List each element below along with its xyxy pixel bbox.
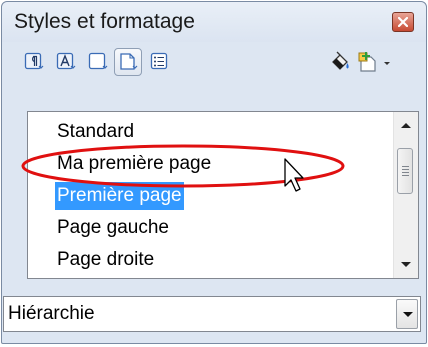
character-styles-button[interactable] bbox=[52, 48, 80, 76]
styles-formatting-window: Styles et formatage Standard Ma première… bbox=[1, 1, 427, 344]
list-styles-button[interactable] bbox=[146, 48, 174, 76]
filter-dropdown-button[interactable] bbox=[396, 299, 418, 329]
scroll-down-button[interactable] bbox=[394, 254, 418, 276]
list-styles-icon bbox=[150, 52, 168, 70]
page-styles-button[interactable] bbox=[114, 48, 142, 76]
paragraph-styles-button[interactable] bbox=[20, 48, 48, 76]
list-item-premiere-page[interactable]: Première page bbox=[55, 182, 184, 210]
vertical-scrollbar[interactable] bbox=[393, 112, 418, 278]
list-item-ma-premiere-page[interactable]: Ma première page bbox=[57, 150, 211, 178]
close-button[interactable] bbox=[392, 12, 414, 32]
list-item-page-droite[interactable]: Page droite bbox=[57, 246, 154, 274]
list-item-standard[interactable]: Standard bbox=[57, 118, 134, 146]
title-bar[interactable]: Styles et formatage bbox=[2, 2, 426, 42]
page-styles-icon bbox=[120, 53, 138, 70]
chevron-down-icon bbox=[403, 312, 413, 317]
window-title: Styles et formatage bbox=[14, 10, 195, 33]
style-category-toolbar bbox=[8, 44, 420, 84]
filter-dropdown-value: Hiérarchie bbox=[8, 303, 95, 324]
fill-format-mode-icon bbox=[332, 51, 349, 70]
scroll-thumb[interactable] bbox=[397, 148, 413, 194]
new-style-from-selection-button[interactable] bbox=[358, 48, 398, 76]
styles-list[interactable]: Standard Ma première page Première page … bbox=[27, 111, 419, 279]
fill-format-mode-button[interactable] bbox=[326, 48, 354, 76]
frame-styles-button[interactable] bbox=[84, 48, 112, 76]
scroll-up-button[interactable] bbox=[394, 114, 418, 136]
paragraph-styles-icon bbox=[24, 52, 44, 70]
close-icon bbox=[398, 17, 408, 27]
scroll-up-arrow-icon bbox=[401, 123, 411, 128]
scroll-down-arrow-icon bbox=[401, 262, 411, 267]
character-styles-icon bbox=[56, 52, 76, 70]
filter-dropdown[interactable]: Hiérarchie bbox=[3, 296, 421, 332]
list-item-page-gauche[interactable]: Page gauche bbox=[57, 214, 169, 242]
new-style-from-selection-icon bbox=[358, 52, 390, 72]
frame-styles-icon bbox=[88, 52, 108, 70]
